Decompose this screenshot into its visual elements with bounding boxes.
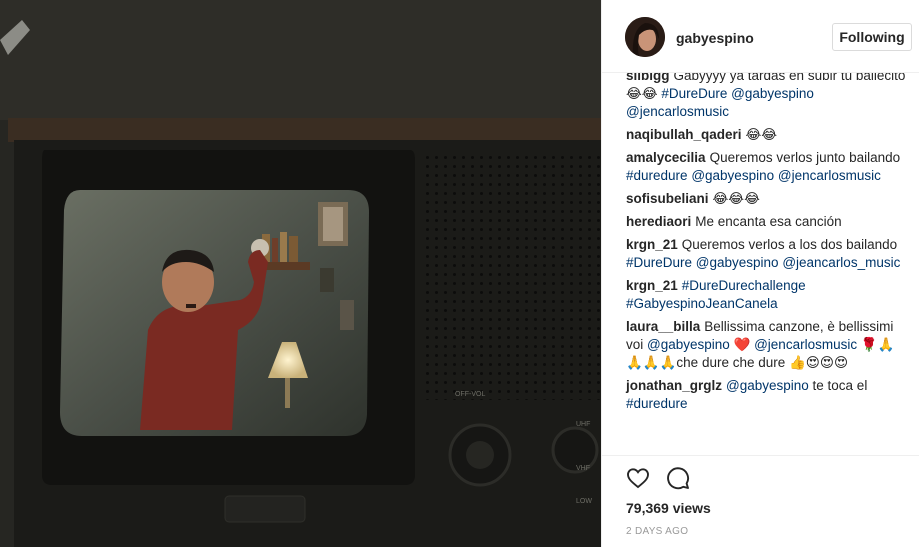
post-actions: 79,369 views 2 DAYS AGO (602, 455, 919, 547)
comment-item: amalycecilia Queremos verlos junto bailan… (626, 149, 908, 185)
post-author-username[interactable]: gabyespino (676, 30, 754, 46)
comment-link[interactable]: @gabyespino (647, 337, 730, 352)
comment-item: herediaori Me encanta esa canción (626, 213, 908, 231)
comment-username[interactable]: laura__billa (626, 319, 700, 334)
tv-panel-label-uhf: UHF (576, 421, 590, 428)
comment-link[interactable]: @gabyespino (726, 378, 809, 393)
comment-link[interactable]: @jencarlosmusic (626, 104, 729, 119)
comment-username[interactable]: krgn_21 (626, 237, 678, 252)
comment-item: naqibullah_qaderi 😂😂 (626, 126, 908, 144)
comment-link[interactable]: @jencarlosmusic (754, 337, 857, 352)
comment-link[interactable]: #duredure (626, 168, 688, 183)
comment-link[interactable]: #DureDure (661, 86, 727, 101)
comment-text: 😂😂 (745, 127, 778, 142)
following-button[interactable]: Following (832, 23, 912, 51)
comment-text: Queremos verlos junto bailando (709, 150, 901, 165)
post-timestamp[interactable]: 2 DAYS AGO (626, 526, 688, 537)
comment-text: te toca el (808, 378, 868, 393)
post-video[interactable]: OFF-VOL UHF VHF LOW (0, 0, 601, 547)
comment-link[interactable]: @jeancarlos_music (782, 255, 900, 270)
comment-icon[interactable] (666, 466, 690, 490)
tv-panel-label: OFF-VOL (455, 391, 485, 398)
comment-username[interactable]: krgn_21 (626, 278, 678, 293)
comment-link[interactable]: @gabyespino (691, 168, 774, 183)
comment-username[interactable]: herediaori (626, 214, 691, 229)
comment-text: 😂😂😂 (712, 191, 760, 206)
post-header: gabyespino Following (602, 0, 919, 73)
heart-icon[interactable] (626, 466, 650, 490)
comment-item: sofisubeliani 😂😂😂 (626, 190, 908, 208)
comment-link[interactable]: @jencarlosmusic (778, 168, 881, 183)
comments-scroll: slibigg Gabyyyy ya tardas en subir tu bai… (626, 73, 908, 418)
comment-username[interactable]: naqibullah_qaderi (626, 127, 742, 142)
comment-username[interactable]: amalycecilia (626, 150, 706, 165)
comment-item: krgn_21 #DureDurechallenge #GabyespinoJea… (626, 277, 908, 313)
comment-text: Me encanta esa canción (695, 214, 842, 229)
comments-list[interactable]: slibigg Gabyyyy ya tardas en subir tu bai… (602, 73, 919, 455)
comment-link[interactable]: #GabyespinoJeanCanela (626, 296, 778, 311)
video-frame-tv-scene: OFF-VOL UHF VHF LOW (0, 0, 601, 547)
comment-item: laura__billa Bellissima canzone, è bellis… (626, 318, 908, 372)
tv-panel-label-low: LOW (576, 498, 592, 505)
avatar[interactable] (625, 17, 665, 57)
comment-text: Queremos verlos a los dos bailando (681, 237, 898, 252)
post-sidebar: gabyespino Following slibigg Gabyyyy ya t… (601, 0, 919, 547)
comment-link[interactable]: @gabyespino (696, 255, 779, 270)
comment-text: ❤️ (729, 337, 755, 352)
comment-link[interactable]: @gabyespino (731, 86, 814, 101)
tv-panel-label-vhf: VHF (576, 465, 590, 472)
comment-link[interactable]: #DureDure (626, 255, 692, 270)
view-count[interactable]: 79,369 views (626, 500, 711, 516)
comment-link[interactable]: #duredure (626, 396, 688, 411)
comment-username[interactable]: jonathan_grglz (626, 378, 722, 393)
comment-username[interactable]: sofisubeliani (626, 191, 709, 206)
avatar-image (625, 17, 665, 57)
comment-item: slibigg Gabyyyy ya tardas en subir tu bai… (626, 73, 908, 121)
comment-item: jonathan_grglz @gabyespino te toca el #du… (626, 377, 908, 413)
comment-link[interactable]: #DureDurechallenge (682, 278, 806, 293)
comment-username[interactable]: slibigg (626, 73, 670, 83)
comment-item: krgn_21 Queremos verlos a los dos bailand… (626, 236, 908, 272)
